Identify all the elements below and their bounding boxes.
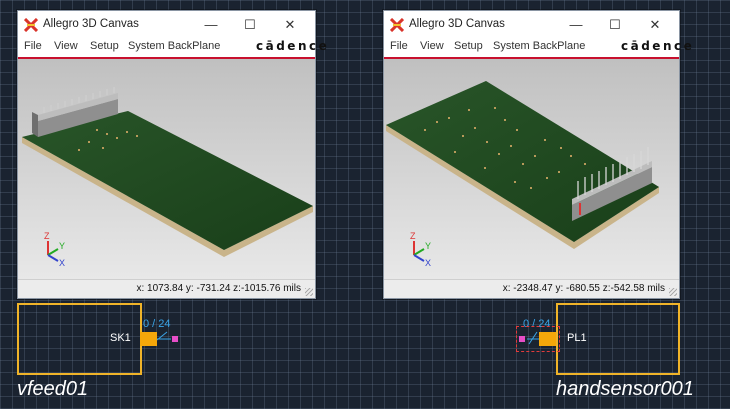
block-ref-label: PL1 [567, 332, 587, 344]
minimize-button[interactable]: — [197, 14, 225, 36]
maximize-button[interactable]: ☐ [601, 14, 629, 36]
window-title: Allegro 3D Canvas [43, 18, 139, 30]
instance-name: handsensor001 [556, 378, 694, 400]
title-bar[interactable]: Allegro 3D Canvas — ☐ ✕ [18, 11, 315, 39]
port-count: 0 / 24 [143, 318, 171, 330]
menu-file[interactable]: File [390, 40, 408, 52]
minimize-button[interactable]: — [562, 14, 590, 36]
status-bar: x: -2348.47 y: -680.55 z:-542.58 mils [384, 279, 679, 298]
svg-text:X: X [59, 258, 65, 268]
canvas-window-handsensor[interactable]: Allegro 3D Canvas — ☐ ✕ File View Setup … [383, 10, 692, 299]
menu-system-backplane[interactable]: System BackPlane [128, 40, 220, 52]
port-pin[interactable] [172, 336, 178, 342]
resize-grip-icon[interactable] [669, 288, 677, 296]
menu-bar: File View Setup System BackPlane cādence [384, 39, 692, 59]
close-button[interactable]: ✕ [276, 14, 304, 36]
window-title: Allegro 3D Canvas [409, 18, 505, 30]
cadence-logo: cādence [621, 39, 695, 53]
svg-text:Z: Z [410, 231, 416, 241]
3d-viewport[interactable]: Z Y X [384, 59, 679, 280]
svg-text:Y: Y [59, 241, 65, 251]
block-ref-label: SK1 [110, 332, 131, 344]
menu-system-backplane[interactable]: System BackPlane [493, 40, 585, 52]
instance-name: vfeed01 [17, 378, 89, 400]
svg-text:X: X [425, 258, 431, 268]
menu-bar: File View Setup System BackPlane cādence [18, 39, 327, 59]
port-wire [157, 331, 171, 341]
menu-setup[interactable]: Setup [90, 40, 119, 52]
menu-view[interactable]: View [54, 40, 78, 52]
menu-view[interactable]: View [420, 40, 444, 52]
maximize-button[interactable]: ☐ [236, 14, 264, 36]
cadence-logo: cādence [256, 39, 330, 53]
resize-grip-icon[interactable] [305, 288, 313, 296]
svg-text:Z: Z [44, 231, 50, 241]
board-render: Z Y X [22, 87, 313, 268]
svg-text:Y: Y [425, 241, 431, 251]
title-bar[interactable]: Allegro 3D Canvas — ☐ ✕ [384, 11, 679, 39]
status-bar: x: 1073.84 y: -731.24 z:-1015.76 mils [18, 279, 315, 298]
close-button[interactable]: ✕ [641, 14, 669, 36]
connector-port[interactable] [539, 332, 556, 346]
board-render: Z Y X [386, 81, 659, 268]
axis-triad-icon: Z Y X [410, 231, 431, 268]
coordinate-readout: x: 1073.84 y: -731.24 z:-1015.76 mils [136, 283, 301, 294]
connector-port[interactable] [140, 332, 157, 346]
allegro-logo-icon [24, 18, 38, 32]
allegro-logo-icon [390, 18, 404, 32]
coordinate-readout: x: -2348.47 y: -680.55 z:-542.58 mils [502, 283, 665, 294]
menu-file[interactable]: File [24, 40, 42, 52]
axis-triad-icon: Z Y X [44, 231, 65, 268]
canvas-window-vfeed[interactable]: Allegro 3D Canvas — ☐ ✕ File View Setup … [17, 10, 327, 299]
menu-setup[interactable]: Setup [454, 40, 483, 52]
3d-viewport[interactable]: Z Y X [18, 59, 315, 280]
